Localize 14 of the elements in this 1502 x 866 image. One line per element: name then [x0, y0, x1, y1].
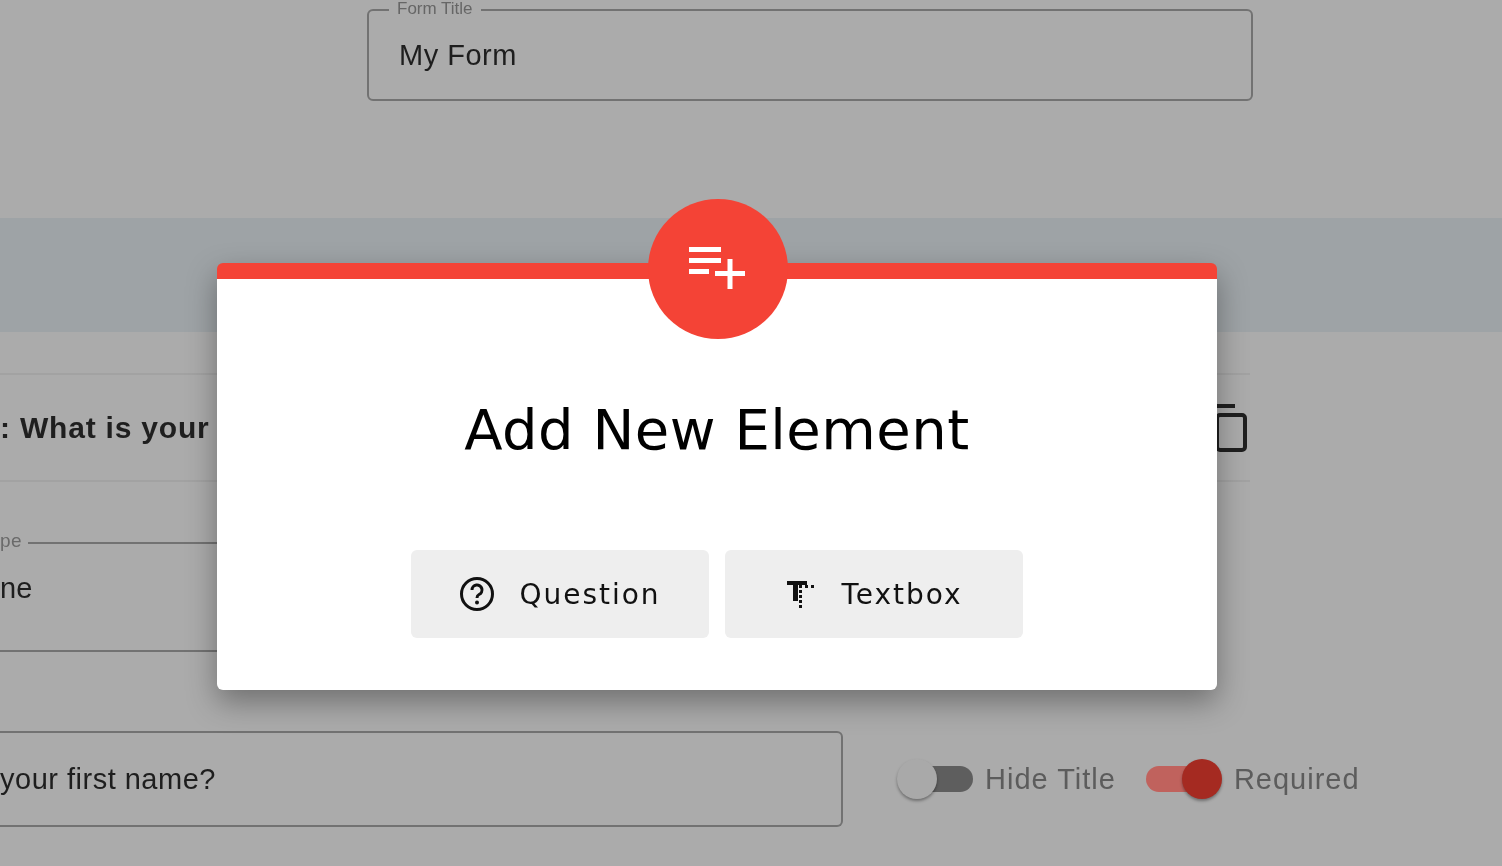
question-field[interactable]: your first name?: [0, 731, 843, 827]
question-title: : What is your: [0, 410, 210, 445]
question-button[interactable]: Question: [411, 550, 709, 638]
dialog-title: Add New Element: [464, 397, 970, 462]
field-value: ne: [0, 572, 33, 605]
field-value: My Form: [399, 38, 517, 72]
toggle-switch[interactable]: [1145, 759, 1222, 799]
toggle-switch[interactable]: [897, 759, 973, 799]
help-circle-icon: [459, 576, 496, 612]
playlist-add-icon: [689, 247, 747, 291]
toggle-label: Required: [1233, 762, 1360, 796]
textbox-button[interactable]: Textbox: [725, 550, 1023, 638]
toggle-label: Hide Title: [985, 762, 1116, 796]
trash-icon[interactable]: [1214, 403, 1248, 452]
